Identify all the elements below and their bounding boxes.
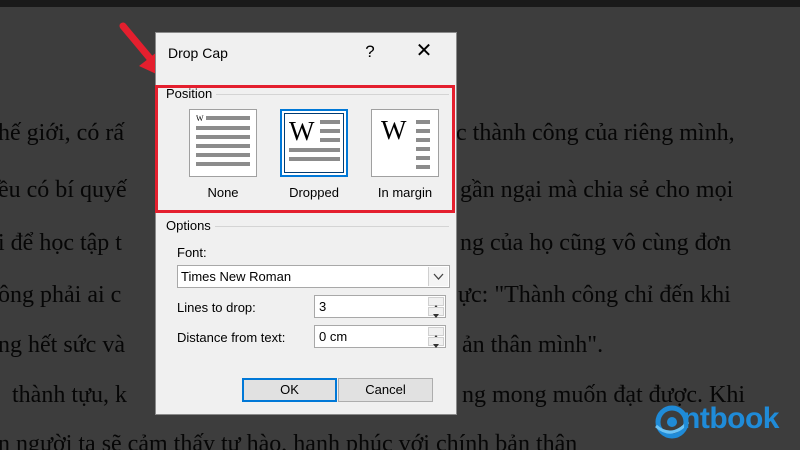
lines-to-drop-stepper[interactable]: 3 [314,295,446,318]
document-text-line: ng của họ cũng vô cùng đơn [460,230,732,256]
document-text-line: ản thân mình". [462,332,604,358]
chevron-down-icon[interactable] [428,267,448,286]
close-icon[interactable]: ✕ [413,41,435,61]
help-icon[interactable]: ? [362,42,378,62]
document-text-line: ều có bí quyế [0,177,127,203]
document-text-line: gần ngại mà chia sẻ cho mọi [460,177,734,203]
top-bar [0,0,800,7]
document-text-line: hế giới, có rấ [0,120,124,146]
ok-button[interactable]: OK [242,378,337,402]
distance-from-text-stepper[interactable]: 0 cm [314,325,446,348]
distance-from-text-label: Distance from text: [177,330,286,345]
document-text-line: ực: "Thành công chỉ đến khi [458,282,731,308]
distance-from-text-value[interactable]: 0 cm [319,329,347,344]
ntbook-logo: ntbook [652,396,800,444]
spin-up-icon[interactable] [428,327,444,339]
font-label: Font: [177,245,207,260]
document-text-line: ng hết sức và [0,332,125,358]
spin-up-icon[interactable] [428,297,444,309]
font-select[interactable]: Times New Roman [177,265,450,288]
logo-text: ntbook [682,402,779,435]
document-text-line: i để học tập t [0,230,122,256]
spin-down-icon[interactable] [428,307,444,318]
cancel-button[interactable]: Cancel [338,378,433,402]
font-select-value: Times New Roman [181,269,292,284]
document-text-line: n người ta sẽ cảm thấy tự hào, hạnh phúc… [0,431,578,450]
lines-to-drop-value[interactable]: 3 [319,299,326,314]
document-text-line: thành tựu, k [12,382,127,408]
document-text-line: c thành công của riêng mình, [456,120,735,146]
spin-down-icon[interactable] [428,337,444,348]
document-text-line: ông phải ai c [0,282,122,308]
drop-cap-dialog: Drop Cap ? ✕ Position W None W Dropped W… [155,32,457,415]
lines-to-drop-label: Lines to drop: [177,300,256,315]
position-highlight-box [155,85,455,213]
dialog-title: Drop Cap [168,45,228,61]
options-group-label: Options [166,218,215,233]
